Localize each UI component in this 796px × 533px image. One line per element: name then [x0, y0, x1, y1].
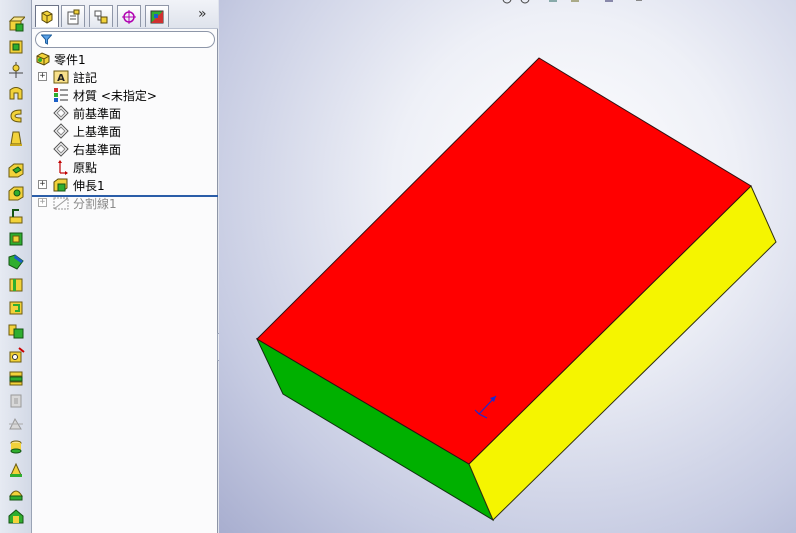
tree-item-label: 前基準面 [73, 107, 122, 121]
tree-item-label: 原點 [73, 161, 98, 175]
annotations-icon: A [53, 69, 69, 85]
lofted-cut-icon [9, 232, 23, 246]
draft-button[interactable] [5, 129, 27, 149]
extruded-boss-button[interactable] [5, 14, 27, 34]
tree-item-label: 分割線1 [73, 197, 117, 211]
feature-filter-input[interactable] [35, 31, 215, 48]
tree-item-label: 註記 [73, 71, 98, 85]
tree-item-split-line[interactable]: + 分割線1 [32, 194, 218, 212]
display-manager-tab[interactable] [145, 5, 169, 27]
extrude-icon [53, 177, 69, 193]
revolved-cut-button[interactable] [5, 183, 27, 203]
tree-item-right-plane[interactable]: 右基準面 [32, 140, 218, 158]
hole-wizard-button[interactable] [5, 345, 27, 365]
tree-item-front-plane[interactable]: 前基準面 [32, 104, 218, 122]
plane-icon [53, 105, 69, 121]
origin-icon [53, 159, 69, 175]
plane-icon [53, 141, 69, 157]
swept-boss-button[interactable] [5, 60, 27, 80]
fillet-button[interactable] [5, 252, 27, 272]
dome-button[interactable] [5, 483, 27, 503]
extruded-boss-icon [8, 16, 25, 32]
dome-icon [9, 490, 23, 501]
part-icon [35, 51, 51, 67]
tree-item-label: 伸長1 [73, 179, 105, 193]
tree-item-origin[interactable]: 原點 [32, 158, 218, 176]
expand-toggle[interactable]: + [38, 72, 47, 81]
filter-icon [41, 34, 52, 45]
curves-icon [10, 440, 22, 454]
circular-pattern-button [5, 391, 27, 411]
linear-pattern-button[interactable] [5, 368, 27, 388]
tree-root-part[interactable]: 零件1 [32, 50, 218, 68]
tree-item-extrude[interactable]: + 伸長1 [32, 176, 218, 194]
expand-toggle[interactable]: + [38, 180, 47, 189]
material-icon [53, 87, 69, 103]
feature-manager-icon [41, 9, 53, 24]
wrap-icon [8, 509, 24, 524]
expand-toggle[interactable]: + [38, 198, 47, 207]
configuration-manager-icon [94, 10, 108, 23]
swept-cut-button[interactable] [5, 206, 27, 226]
manager-tab-bar: » [32, 0, 218, 29]
tree-item-annotations[interactable]: + A 註記 [32, 68, 218, 86]
display-manager-icon [150, 10, 164, 23]
reference-geometry-button[interactable] [5, 460, 27, 480]
svg-text:A: A [57, 73, 65, 84]
dimxpert-manager-tab[interactable] [117, 5, 141, 27]
mirror-button [5, 414, 27, 434]
chamfer-button[interactable] [5, 275, 27, 295]
tree-item-label: 上基準面 [73, 125, 122, 139]
plane-icon [53, 123, 69, 139]
split-line-icon [53, 195, 69, 211]
lofted-boss-button[interactable] [5, 83, 27, 103]
hole-wizard-icon [9, 347, 25, 363]
feature-manager-tab[interactable] [35, 5, 59, 27]
rib-icon [9, 301, 23, 315]
extruded-cut-button[interactable] [5, 160, 27, 180]
curves-button[interactable] [5, 437, 27, 457]
rib-button[interactable] [5, 298, 27, 318]
part-name: 零件1 [54, 53, 86, 67]
revolved-cut-icon [8, 186, 24, 201]
dimxpert-icon [122, 9, 136, 24]
swept-cut-icon [9, 209, 23, 224]
fillet-icon [8, 254, 24, 270]
swept-boss-icon [9, 62, 23, 78]
tree-item-label: 材質 <未指定> [73, 89, 157, 103]
shell-icon [8, 324, 24, 339]
revolved-boss-icon [9, 40, 23, 54]
tree-item-top-plane[interactable]: 上基準面 [32, 122, 218, 140]
chamfer-icon [9, 278, 23, 292]
boundary-boss-icon [10, 109, 22, 123]
shell-button[interactable] [5, 321, 27, 341]
boundary-boss-button[interactable] [5, 106, 27, 126]
extruded-cut-icon [8, 163, 24, 178]
mirror-icon [9, 417, 23, 430]
revolved-boss-button[interactable] [5, 37, 27, 57]
tree-item-material[interactable]: 材質 <未指定> [32, 86, 218, 104]
3d-model-view[interactable] [219, 0, 796, 533]
feature-manager-panel: » 零件1 + A 註記 材質 <未指定> 前基準面 上基準面 右基準面 原點 … [32, 0, 218, 533]
configuration-manager-tab[interactable] [89, 5, 113, 27]
property-manager-tab[interactable] [61, 5, 85, 27]
wrap-button[interactable] [5, 506, 27, 526]
tree-item-label: 右基準面 [73, 143, 122, 157]
lofted-boss-icon [9, 87, 23, 100]
draft-icon [10, 131, 22, 146]
expand-tabs-button[interactable]: » [198, 6, 206, 22]
feature-toolbar [0, 0, 32, 533]
circular-pattern-icon [10, 394, 22, 408]
linear-pattern-icon [9, 371, 23, 386]
lofted-cut-button[interactable] [5, 229, 27, 249]
reference-geometry-icon [10, 462, 22, 477]
graphics-area[interactable] [219, 0, 796, 533]
property-manager-icon [67, 9, 80, 24]
